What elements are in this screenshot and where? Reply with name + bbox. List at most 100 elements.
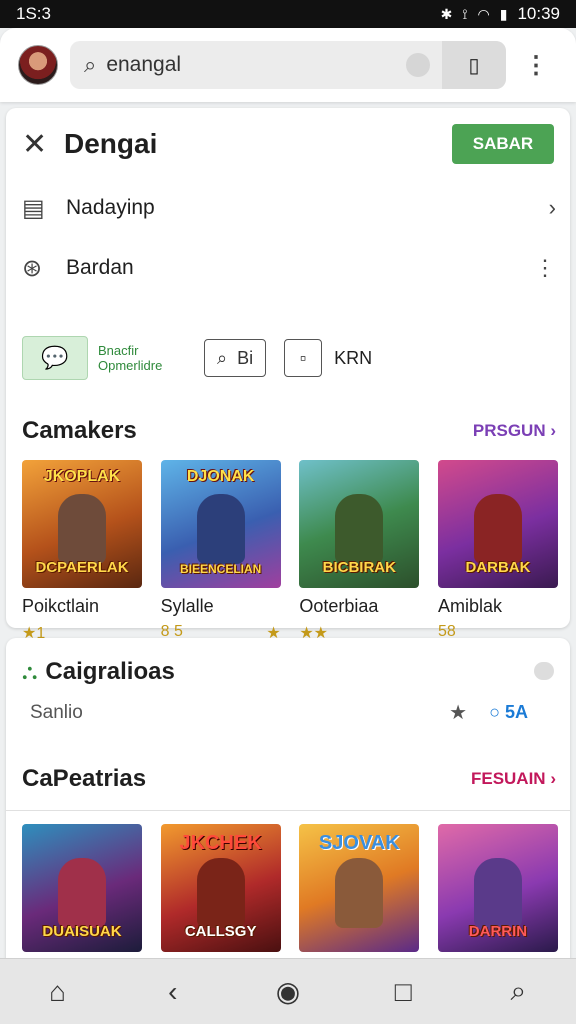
app-screen: ⌕ enangal ▯ ⋮ ✕ Dengai SABAR ▤ Nadayinp … — [0, 28, 576, 1024]
list-icon: ▤ — [22, 194, 45, 222]
more-vertical-icon[interactable]: ⋮ — [524, 51, 548, 80]
category-count: ○ 5A — [489, 702, 528, 723]
game-cover: DUAISUAK — [22, 824, 142, 952]
vibrate-icon: ⟟ — [462, 5, 468, 22]
menu-item-nadayinp[interactable]: ▤ Nadayinp › — [22, 188, 556, 228]
category-stats: ★ ○ 5A — [449, 700, 528, 725]
chip-row: 💬 Bnacfir Opmerlidre ⌕ Bi ▫ KRN — [22, 336, 372, 380]
cover-top-text: DJONAK — [186, 468, 255, 485]
search-chip[interactable]: ⌕ Bi — [204, 339, 267, 377]
game-card[interactable]: BICBIRAK Ooterbiaa ★★ — [299, 460, 420, 643]
assistant-icon[interactable]: ⌕ — [488, 975, 548, 1008]
square-icon: ▫ — [284, 339, 323, 377]
chat-icon: 💬 — [41, 345, 69, 370]
hero-figure — [473, 494, 522, 564]
bluetooth-icon: ✱ — [440, 5, 453, 22]
krn-chip[interactable]: ▫ KRN — [284, 339, 372, 377]
battery-icon: ▮ — [499, 5, 508, 22]
magnifier-icon: ⌕ — [217, 347, 228, 368]
section-header-capeatrias: CaPeatrias FESUAIN › — [22, 764, 556, 794]
game-cover: DARRIN — [437, 824, 558, 952]
hero-figure — [335, 494, 384, 564]
game-card[interactable]: JKOPLAK DCPAERLAK Poikctlain ★1 — [22, 460, 142, 643]
home-icon[interactable]: ⌂ — [28, 976, 88, 1008]
status-clock: 10:39 — [517, 4, 560, 23]
game-carousel: DUAISUAK JKCHEK CALLSGY SJOVAK DARRIN — [22, 824, 558, 952]
ring-icon: ○ — [489, 702, 500, 722]
category-subtitle: Sanlio — [30, 702, 83, 723]
game-card[interactable]: JKCHEK CALLSGY — [160, 824, 281, 952]
back-icon[interactable]: ‹ — [143, 976, 203, 1008]
see-more-link[interactable]: FESUAIN › — [471, 769, 556, 789]
see-more-label: FESUAIN — [470, 769, 546, 788]
status-bar: 1S:3 ✱ ⟟ ◠ ▮ 10:39 — [0, 0, 576, 28]
cover-bottom-text: BICBIRAK — [322, 559, 396, 576]
voice-icon[interactable] — [406, 53, 430, 77]
search-icon: ⌕ — [84, 52, 97, 77]
close-icon[interactable]: ✕ — [22, 127, 62, 162]
category-logo-icon: ⛬ — [22, 659, 38, 684]
chip-plain-label: KRN — [334, 347, 373, 368]
chevron-right-icon: › — [550, 769, 556, 788]
game-cover: SJOVAK — [299, 824, 420, 952]
search-query: enangal — [106, 53, 182, 76]
recents-icon[interactable]: □ — [373, 976, 433, 1008]
search-input[interactable]: ⌕ enangal ▯ — [70, 41, 506, 89]
cover-bottom-text: DARRIN — [468, 923, 528, 940]
game-card[interactable]: SJOVAK — [299, 824, 420, 952]
compass-icon: ⊛ — [22, 254, 43, 282]
record-icon[interactable]: ◉ — [258, 975, 318, 1008]
top-app-bar: ⌕ enangal ▯ ⋮ — [0, 28, 576, 102]
menu-item-label: Bardan — [66, 256, 134, 279]
cover-bottom-text: DCPAERLAK — [35, 559, 129, 576]
cover-top-text: JKOPLAK — [43, 468, 121, 485]
cover-bottom-text: CALLSGY — [184, 923, 257, 940]
hero-figure — [58, 494, 106, 564]
cover-bottom-text: DARBAK — [465, 559, 531, 576]
menu-item-label: Nadayinp — [66, 196, 155, 219]
more-vertical-icon[interactable]: ⋮ — [534, 255, 556, 281]
menu-item-bardan[interactable]: ⊛ Bardan ⋮ — [22, 248, 556, 288]
chevron-right-icon: › — [550, 421, 556, 440]
star-icon: ★ — [449, 702, 468, 724]
hero-figure — [335, 858, 384, 928]
chat-bubble-icon[interactable] — [534, 662, 554, 680]
chip-outline-label: Bi — [237, 347, 254, 368]
game-carousel: JKOPLAK DCPAERLAK Poikctlain ★1 DJONAK B… — [22, 460, 558, 643]
game-name: Ooterbiaa — [299, 596, 379, 616]
chat-chip[interactable]: 💬 — [22, 336, 88, 380]
category-count-value: 5A — [504, 702, 528, 722]
category-header: ⛬ Caigralioas — [22, 658, 175, 686]
category-title: Caigralioas — [45, 658, 175, 685]
chip-green-text: Bnacfir Opmerlidre — [98, 343, 163, 373]
game-cover: DARBAK — [437, 460, 558, 588]
page-title: Dengai — [64, 128, 158, 159]
game-cover: JKCHEK CALLSGY — [160, 824, 281, 952]
status-icons: ✱ ⟟ ◠ ▮ 10:39 — [441, 4, 560, 24]
save-button[interactable]: SABAR — [452, 124, 554, 164]
game-name: Amiblak — [437, 596, 502, 616]
game-card[interactable]: DUAISUAK — [22, 824, 142, 952]
game-card[interactable]: DARBAK Amiblak 58 — [437, 460, 558, 643]
detail-card: ✕ Dengai SABAR ▤ Nadayinp › ⊛ Bardan ⋮ 💬… — [6, 108, 570, 642]
section-title: Camakers — [22, 417, 137, 444]
game-name: Poikctlain — [22, 596, 100, 616]
hero-figure — [196, 494, 245, 564]
see-more-link[interactable]: PRSGUN › — [473, 421, 556, 441]
cover-top-text: JKCHEK — [179, 832, 262, 854]
section-header-camakers: Camakers PRSGUN › — [22, 416, 556, 446]
hero-figure — [196, 858, 245, 928]
avatar[interactable] — [18, 45, 58, 85]
status-time: 1S:3 — [16, 4, 51, 23]
clipboard-icon[interactable]: ▯ — [442, 41, 506, 89]
game-name: Sylalle — [160, 596, 214, 616]
bottom-navigation-bar: ⌂ ‹ ◉ □ ⌕ — [0, 958, 576, 1024]
game-cover: DJONAK BIEENCELIAN — [160, 460, 281, 588]
see-more-label: PRSGUN — [472, 421, 546, 440]
hero-figure — [58, 858, 106, 928]
detail-header: ✕ Dengai SABAR — [22, 124, 554, 164]
game-card[interactable]: DARRIN — [437, 824, 558, 952]
section-title: CaPeatrias — [22, 765, 147, 792]
category-card: ⛬ Caigralioas Sanlio ★ ○ 5A CaPeatrias F… — [6, 638, 570, 986]
game-card[interactable]: DJONAK BIEENCELIAN Sylalle 8 5 ★ — [160, 460, 281, 643]
